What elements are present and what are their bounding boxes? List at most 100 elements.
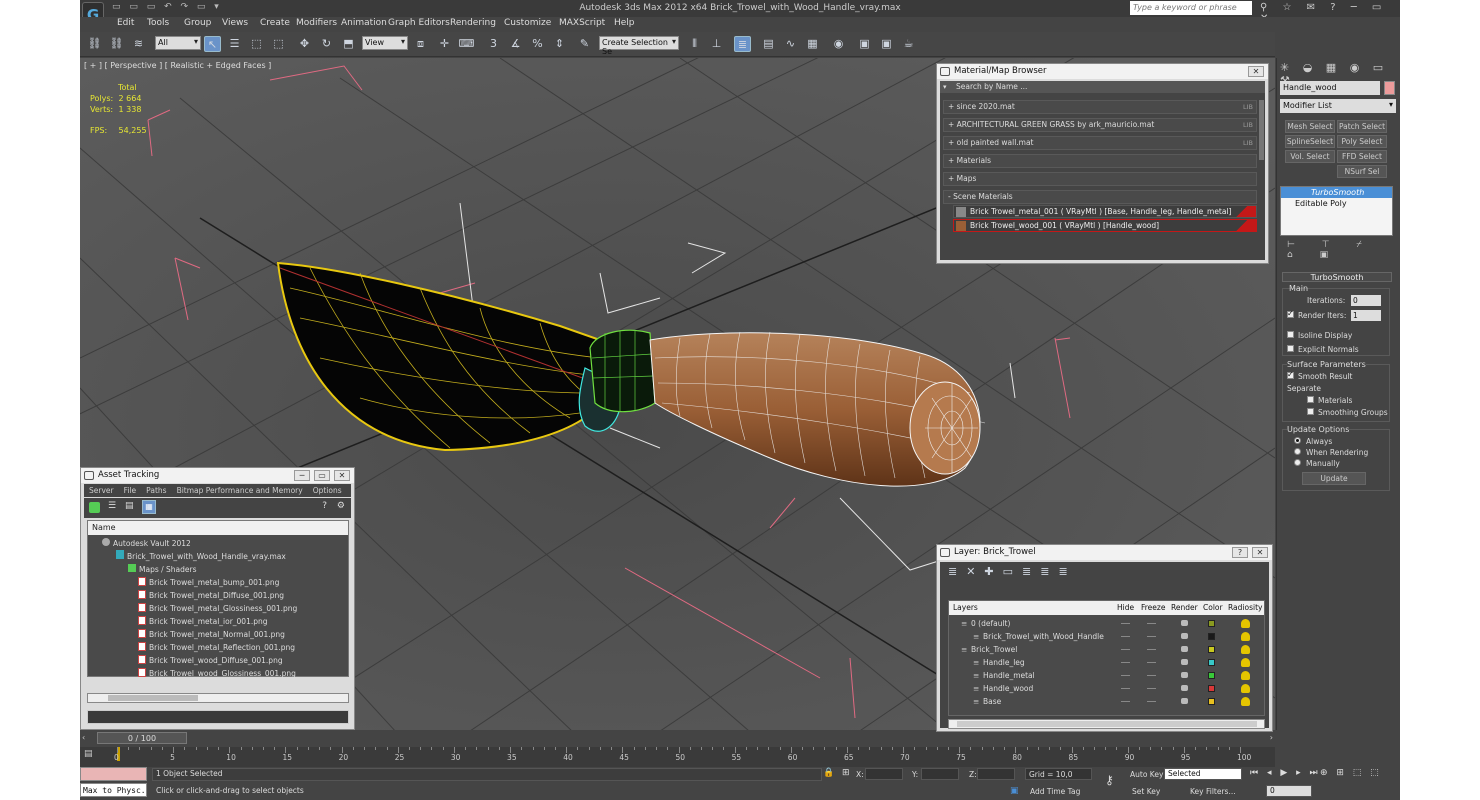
select-object-icon[interactable]: ↖ (204, 36, 221, 52)
time-slider[interactable]: 0 / 100 (97, 732, 187, 744)
edit-named-selection-icon[interactable]: ✎ (576, 36, 593, 52)
materials-checkbox[interactable] (1307, 396, 1314, 403)
radiosity-icon[interactable] (1241, 645, 1250, 654)
layer-scrollbar-thumb[interactable] (957, 721, 1257, 727)
menu-maxscript[interactable]: MAXScript (559, 18, 605, 28)
menu-file[interactable]: File (124, 486, 137, 495)
scale-icon[interactable]: ⬒ (340, 36, 357, 52)
when-rendering-radio[interactable] (1294, 448, 1301, 455)
maxscript-mini-input[interactable]: Max to Physc. (80, 783, 147, 797)
render-teapot-icon[interactable] (1181, 646, 1188, 652)
stack-item-editable-poly[interactable]: Editable Poly (1281, 198, 1392, 209)
set-key-button[interactable]: Set Key (1132, 787, 1160, 796)
vol-select-button[interactable]: Vol. Select (1285, 150, 1335, 163)
list-view-icon[interactable]: ☰ (108, 501, 116, 511)
angle-snap-icon[interactable]: ∡ (507, 36, 524, 52)
scene-material-wood[interactable]: Brick Trowel_wood_001 ( VRayMtl ) [Handl… (953, 219, 1257, 232)
poly-select-button[interactable]: Poly Select (1337, 135, 1387, 148)
freeze-toggle[interactable] (1147, 649, 1156, 650)
layer-manager-titlebar[interactable]: Layer: Brick_Trowel (937, 545, 1272, 560)
tree-item-bitmap[interactable]: Brick Trowel_metal_Normal_001.png (138, 628, 285, 641)
menu-help[interactable]: Help (614, 18, 635, 28)
layer-row[interactable]: Brick_Trowel_with_Wood_Handle ≡ (949, 630, 1264, 643)
render-column[interactable]: Render (1171, 601, 1198, 615)
manually-radio[interactable] (1294, 459, 1301, 466)
reference-coordinate-dropdown[interactable]: View (362, 36, 408, 50)
render-teapot-icon[interactable] (1181, 620, 1188, 626)
freeze-toggle[interactable] (1147, 636, 1156, 637)
lock-selection-icon[interactable]: 🔒 (823, 768, 834, 778)
radiosity-icon[interactable] (1241, 632, 1250, 641)
tree-item-maps-shaders[interactable]: Maps / Shaders (128, 563, 197, 576)
rectangular-selection-icon[interactable]: ⬚ (248, 36, 265, 52)
freeze-toggle[interactable] (1147, 701, 1156, 702)
render-teapot-icon[interactable] (1181, 633, 1188, 639)
menu-modifiers[interactable]: Modifiers (296, 18, 337, 28)
mirror-icon[interactable]: ⫴ (686, 36, 703, 52)
layer-row[interactable]: Handle_wood ≡ (949, 682, 1264, 695)
render-production-icon[interactable]: ☕ (900, 36, 917, 52)
layer-help-button[interactable]: ? (1232, 547, 1248, 558)
tree-item-bitmap[interactable]: Brick Trowel_metal_Glossiness_001.png (138, 602, 297, 615)
menu-bitmap-performance[interactable]: Bitmap Performance and Memory (177, 486, 303, 495)
tree-item-bitmap[interactable]: Brick Trowel_metal_ior_001.png (138, 615, 268, 628)
render-teapot-icon[interactable] (1181, 698, 1188, 704)
layer-color-swatch[interactable] (1208, 620, 1215, 627)
freeze-toggle[interactable] (1147, 675, 1156, 676)
patch-select-button[interactable]: Patch Select (1337, 120, 1387, 133)
bind-space-warp-icon[interactable]: ≋ (130, 36, 147, 52)
update-button[interactable]: Update (1302, 472, 1366, 485)
menu-edit[interactable]: Edit (117, 18, 134, 28)
tree-view-icon[interactable]: ▤ (125, 501, 134, 511)
material-editor-icon[interactable]: ◉ (830, 36, 847, 52)
maxscript-listener-mini[interactable] (80, 767, 147, 781)
menu-server[interactable]: Server (89, 486, 114, 495)
select-manipulate-icon[interactable]: ✛ (436, 36, 453, 52)
named-selection-set-dropdown[interactable]: Create Selection Se (599, 36, 679, 56)
layer-row[interactable]: Handle_leg ≡ (949, 656, 1264, 669)
tree-item-bitmap[interactable]: Brick Trowel_metal_Diffuse_001.png (138, 589, 284, 602)
layer-horizontal-scrollbar[interactable] (948, 719, 1265, 729)
layer-color-swatch[interactable] (1208, 633, 1215, 640)
render-teapot-icon[interactable] (1181, 659, 1188, 665)
menu-animation[interactable]: Animation (341, 18, 387, 28)
add-time-tag-text[interactable]: Add Time Tag (1030, 787, 1080, 796)
percent-snap-icon[interactable]: % (529, 36, 546, 52)
layer-color-swatch[interactable] (1208, 685, 1215, 692)
pivot-center-icon[interactable]: ⧈ (412, 36, 429, 52)
prev-frame-icon[interactable]: ‹ (82, 733, 85, 742)
curve-editor-icon[interactable]: ∿ (782, 36, 799, 52)
isoline-display-checkbox[interactable] (1287, 331, 1294, 338)
layer-row[interactable]: 0 (default) ≡ (949, 617, 1264, 630)
tree-item-bitmap[interactable]: Brick Trowel_wood_Diffuse_001.png (138, 654, 283, 667)
group-materials[interactable]: + Materials (943, 154, 1257, 168)
settings-icon[interactable]: ⚙ (337, 501, 345, 511)
hide-toggle[interactable] (1121, 623, 1130, 624)
rotate-icon[interactable]: ↻ (318, 36, 335, 52)
menu-tools[interactable]: Tools (147, 18, 169, 28)
object-name-field[interactable]: Handle_wood (1280, 81, 1380, 95)
align-icon[interactable]: ⊥ (708, 36, 725, 52)
hide-column[interactable]: Hide (1117, 601, 1134, 615)
key-mode-icon[interactable]: ⚷ (1105, 773, 1114, 787)
freeze-column[interactable]: Freeze (1141, 601, 1165, 615)
freeze-toggle[interactable] (1147, 662, 1156, 663)
layer-color-swatch[interactable] (1208, 698, 1215, 705)
time-tag-icon[interactable]: ▣ (1010, 786, 1019, 796)
browser-options-icon[interactable]: ▾ (943, 83, 947, 91)
hide-toggle[interactable] (1121, 636, 1130, 637)
menu-graph-editors[interactable]: Graph Editors (388, 18, 450, 28)
freeze-toggle[interactable] (1147, 623, 1156, 624)
library-green-grass[interactable]: + ARCHITECTURAL GREEN GRASS by ark_mauri… (943, 118, 1257, 132)
playback-controls[interactable]: ⏮ ◂ ▶ ▸ ⏭ (1250, 768, 1321, 778)
smooth-result-checkbox[interactable] (1287, 370, 1294, 379)
render-iters-checkbox[interactable] (1287, 309, 1294, 318)
tree-item-vault[interactable]: Autodesk Vault 2012 (102, 537, 191, 550)
spline-select-button[interactable]: SplineSelect (1285, 135, 1335, 148)
render-teapot-icon[interactable] (1181, 685, 1188, 691)
minimize-button[interactable]: ─ (294, 470, 310, 481)
scrollbar-thumb[interactable] (108, 695, 198, 701)
x-coordinate-field[interactable] (865, 768, 903, 780)
transform-mode-icon[interactable]: ⊞ (842, 768, 850, 778)
refresh-icon[interactable] (89, 502, 100, 513)
